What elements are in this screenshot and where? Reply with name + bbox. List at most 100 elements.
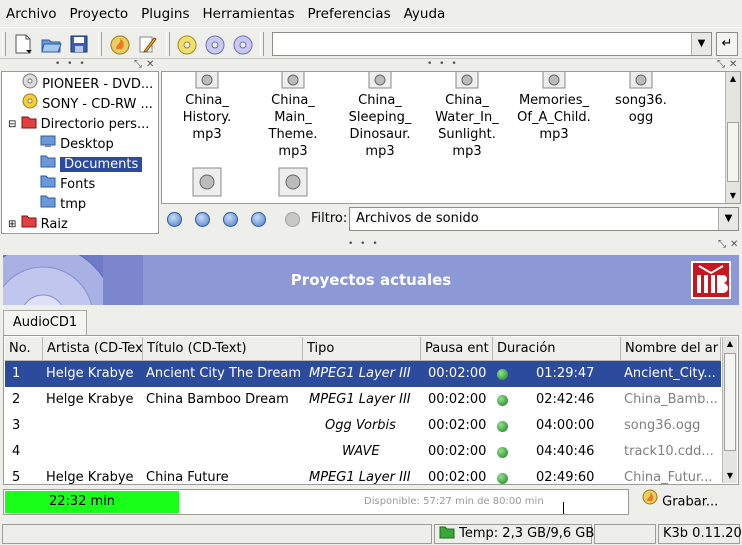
tree-dock-bar: • • • ⤡ ✕: [55, 59, 155, 70]
audio-file-icon: [192, 72, 222, 92]
col-header-no[interactable]: No.: [5, 337, 43, 361]
toolbar-grip[interactable]: [260, 32, 264, 56]
menu-herramientas[interactable]: Herramientas: [203, 6, 295, 22]
save-icon[interactable]: [68, 33, 90, 55]
audio-file-icon: [192, 166, 222, 198]
burn-icon: [642, 489, 658, 515]
scroll-down-icon[interactable]: ▼: [723, 469, 737, 483]
toolbar-grip[interactable]: [2, 32, 6, 56]
menu-ayuda[interactable]: Ayuda: [404, 6, 446, 22]
scroll-thumb[interactable]: [724, 353, 736, 451]
tab-audiocd1[interactable]: AudioCD1: [3, 310, 87, 335]
status-empty: [594, 524, 656, 544]
col-header-filename[interactable]: Nombre del ar: [621, 337, 721, 361]
disc-size-used: 22:32 min: [48, 494, 116, 509]
tree-item-tmp[interactable]: tmp: [40, 193, 86, 213]
file-item[interactable]: China_ Main_ Theme. mp3: [250, 72, 336, 160]
go-button[interactable]: ↵: [716, 32, 738, 56]
location-combo[interactable]: ▼: [272, 32, 712, 56]
burn-button[interactable]: Grabar...: [636, 489, 739, 515]
status-icon: [497, 369, 508, 380]
reload-icon[interactable]: [251, 212, 266, 227]
root-folder-icon: [21, 213, 37, 233]
menu-proyecto[interactable]: Proyecto: [69, 6, 128, 22]
file-item[interactable]: Memories_ Of_A_Child. mp3: [511, 72, 597, 143]
home-folder-icon: [21, 113, 37, 136]
col-header-duration[interactable]: Duración: [493, 337, 621, 361]
tree-item-desktop[interactable]: Desktop: [40, 133, 114, 153]
chevron-down-icon[interactable]: ▼: [718, 208, 738, 230]
burn-icon[interactable]: [108, 33, 130, 55]
directory-tree: PIONEER - DVD... SONY - CD-RW ... ⊟ Dire…: [1, 71, 159, 234]
home-icon[interactable]: [223, 212, 238, 227]
projects-dock-bar: • • • ⤡ ✕: [348, 239, 739, 250]
menu-plugins[interactable]: Plugins: [141, 6, 189, 22]
disc-info-icon[interactable]: [176, 33, 198, 55]
undock-icon[interactable]: ⤡: [717, 60, 725, 70]
menu-preferencias[interactable]: Preferencias: [307, 6, 390, 22]
table-row[interactable]: 1 Helge Krabye Ancient City The Dream MP…: [5, 361, 721, 387]
file-item[interactable]: China_ Sleeping_ Dinosaur. mp3: [337, 72, 423, 160]
file-view-scrollbar[interactable]: ▲ ▼: [725, 72, 740, 203]
navigation-row: Filtro: Archivos de sonido ▼: [161, 205, 741, 233]
scroll-down-icon[interactable]: ▼: [726, 189, 740, 203]
chevron-down-icon[interactable]: ▼: [691, 33, 711, 55]
edit-icon[interactable]: [136, 33, 158, 55]
menu-archivo[interactable]: Archivo: [6, 6, 56, 22]
col-header-artist[interactable]: Artista (CD-Tex: [43, 337, 143, 361]
table-row[interactable]: 2 Helge Krabye China Bamboo Dream MPEG1 …: [5, 387, 721, 413]
file-item-partial[interactable]: [164, 166, 250, 198]
scroll-up-icon[interactable]: ▲: [723, 337, 737, 351]
back-icon[interactable]: [195, 212, 210, 227]
toolbar: ▼ ↵: [0, 27, 742, 59]
table-row[interactable]: 5 Helge Krabye China Future MPEG1 Layer …: [5, 465, 721, 484]
file-view: China_ History. mp3 China_ Main_ Theme. mp3 C…: [161, 71, 741, 204]
file-item[interactable]: China_ Water_In_ Sunlight. mp3: [424, 72, 510, 160]
close-icon[interactable]: ✕: [730, 240, 738, 250]
tree-item-documents[interactable]: Documents: [40, 153, 143, 173]
col-header-title[interactable]: Título (CD-Text): [143, 337, 303, 361]
tree-item-pioneer[interactable]: PIONEER - DVD...: [22, 73, 153, 93]
undock-icon[interactable]: ⤡: [718, 240, 726, 250]
status-message: [2, 524, 432, 544]
tree-item-home[interactable]: ⊟ Directorio pers...: [8, 113, 149, 133]
cd-icon-2[interactable]: [232, 33, 254, 55]
cd-icon[interactable]: [204, 33, 226, 55]
menu-label: Plugins: [141, 5, 190, 22]
menu-label: Proyecto: [69, 5, 129, 22]
menu-label: Ayuda: [403, 5, 446, 22]
toolbar-grip[interactable]: [98, 32, 102, 56]
close-icon[interactable]: ✕: [146, 60, 154, 70]
file-item-partial[interactable]: [250, 166, 336, 198]
close-icon[interactable]: ✕: [729, 60, 737, 70]
table-row[interactable]: 3 Ogg Vorbis 00:02:00 04:00:00 song36.og…: [5, 413, 721, 439]
tree-item-fonts[interactable]: Fonts: [40, 173, 95, 193]
col-header-type[interactable]: Tipo: [303, 337, 421, 361]
col-header-pause[interactable]: Pausa ent: [421, 337, 493, 361]
filter-label: Filtro:: [311, 211, 348, 226]
k3b-logo-icon: [691, 261, 731, 299]
collapse-icon[interactable]: ⊟: [8, 115, 16, 135]
tree-item-root[interactable]: ⊞ Raiz: [8, 213, 68, 233]
table-scrollbar[interactable]: ▲ ▼: [722, 337, 737, 483]
new-file-icon[interactable]: [12, 33, 34, 55]
scroll-thumb[interactable]: [727, 122, 739, 182]
disc-size-available: Disponible: 57:27 min de 80:00 min: [364, 496, 544, 507]
open-folder-icon[interactable]: [40, 33, 62, 55]
expand-icon[interactable]: ⊞: [8, 215, 16, 234]
status-icon: [497, 473, 508, 484]
scroll-up-icon[interactable]: ▲: [726, 72, 740, 86]
disc-size-bar[interactable]: 22:32 min Disponible: 57:27 min de 80:00…: [3, 489, 629, 515]
filter-combo[interactable]: Archivos de sonido ▼: [349, 207, 739, 231]
status-temp: Temp: 2,3 GB/9,6 GB: [434, 524, 594, 544]
undock-icon[interactable]: ⤡: [134, 60, 142, 70]
toolbar-grip[interactable]: [166, 32, 170, 56]
file-item[interactable]: China_ History. mp3: [164, 72, 250, 143]
menu-label: Preferencias: [307, 5, 391, 22]
audio-file-icon: [539, 72, 569, 92]
table-row[interactable]: 4 WAVE 00:02:00 04:40:46 track10.cdd...: [5, 439, 721, 465]
tree-item-sony[interactable]: SONY - CD-RW ...: [22, 93, 153, 113]
file-item[interactable]: song36. ogg: [598, 72, 684, 126]
forward-icon[interactable]: [285, 212, 300, 227]
up-icon[interactable]: [167, 212, 182, 227]
